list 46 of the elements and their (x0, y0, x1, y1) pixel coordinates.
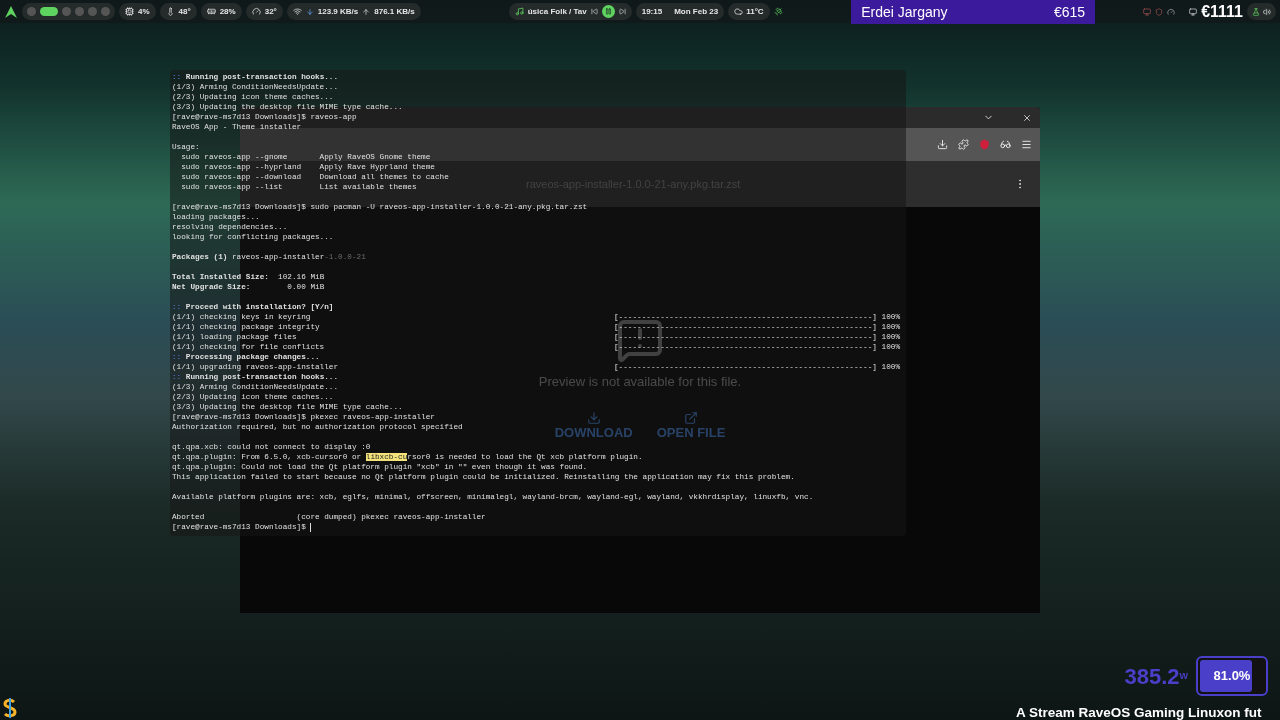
flask-icon[interactable] (1252, 7, 1260, 16)
logo-icon[interactable] (4, 4, 18, 19)
stat-value: 28% (219, 5, 236, 18)
glasses-icon[interactable] (1000, 139, 1011, 150)
stat-value: 48° (178, 5, 191, 18)
clock-date: Mon Feb 23 (674, 5, 719, 18)
file-action-button[interactable]: DOWNLOAD (554, 411, 633, 440)
app-icon[interactable] (2, 698, 18, 718)
menu-icon[interactable] (1021, 139, 1032, 150)
close-icon[interactable] (1022, 112, 1032, 123)
play-pause-button[interactable] (601, 5, 615, 18)
cloud-icon (734, 7, 744, 16)
thermometer-icon (165, 7, 175, 16)
stat-value: 32° (264, 5, 277, 18)
stream-caption: A Stream RaveOS Gaming Linuxon fut (1016, 704, 1262, 720)
clock-time: 19:15 (641, 5, 663, 18)
weather-temperature: 11°C (746, 5, 764, 18)
battery-percentage: 81.0% (1212, 667, 1252, 686)
memory-icon (206, 7, 216, 16)
previous-icon[interactable] (590, 8, 598, 15)
cpu-icon (125, 7, 134, 16)
workspace-indicator[interactable] (40, 7, 58, 16)
upload-arrow-icon (362, 7, 371, 16)
donor-name: Erdei Jargany (861, 2, 948, 22)
satellite-icon[interactable] (773, 7, 783, 16)
download-arrow-icon (305, 7, 314, 16)
gauge-icon (251, 7, 261, 16)
music-note-icon (514, 7, 524, 16)
power-reading: 385.2$^{W}$ (1124, 662, 1188, 691)
download-icon[interactable] (937, 139, 948, 150)
donation-total: €1111 (1201, 1, 1243, 22)
screen-icon[interactable] (1189, 7, 1198, 16)
pause-icon (604, 8, 612, 15)
donation-amount: €615 (1054, 2, 1086, 22)
volume-icon[interactable] (1263, 7, 1271, 16)
download-speed: 123.9 KB/s (317, 5, 359, 18)
puzzle-icon[interactable] (958, 139, 969, 150)
upload-speed: 876.1 KB/s (374, 5, 415, 18)
track-title: úsica Folk / Tav (527, 5, 587, 18)
wifi-icon (292, 7, 302, 16)
external-link-icon (684, 411, 698, 425)
stat-value: 4% (138, 5, 150, 18)
download-icon (586, 411, 601, 425)
next-icon[interactable] (618, 8, 626, 15)
tray-icons-drawing (1143, 7, 1176, 16)
file-action-button[interactable]: OPEN FILE (656, 411, 726, 440)
